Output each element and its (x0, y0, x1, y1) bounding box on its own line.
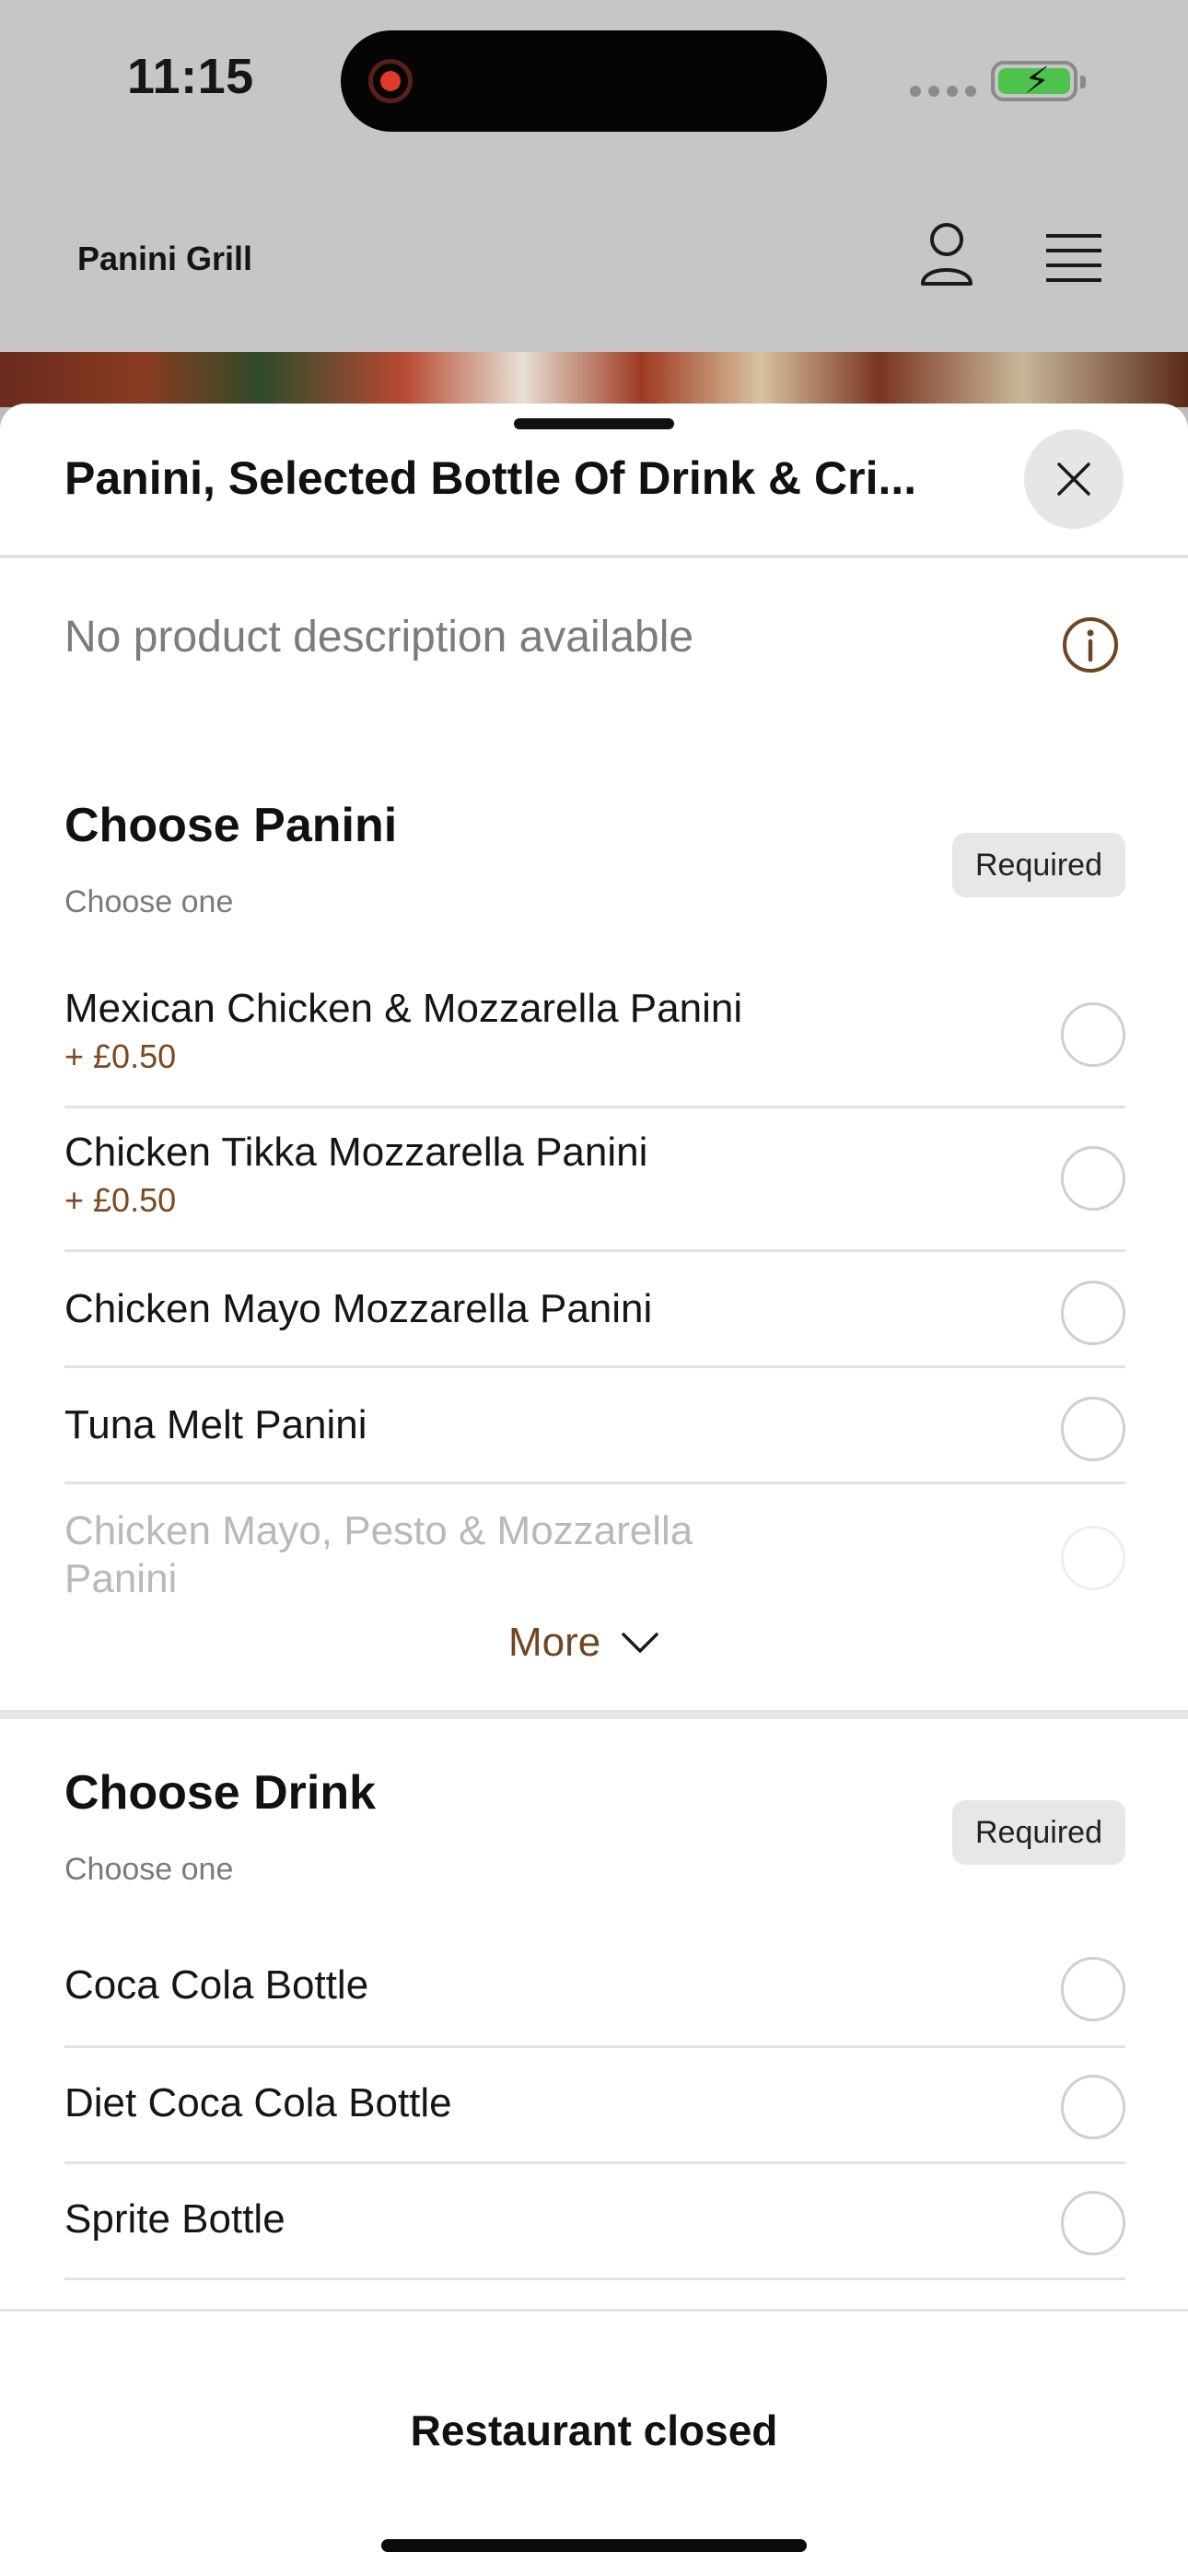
option-chicken-mayo-pesto-panini[interactable]: Chicken Mayo, Pesto & Mozzarella Panini (64, 1507, 1125, 1618)
section-title-drink: Choose Drink (64, 1766, 377, 1820)
radio-button[interactable] (1061, 1002, 1125, 1067)
required-badge: Required (952, 1800, 1125, 1865)
status-bar: 11:15 ⚡ (0, 0, 1188, 166)
radio-button[interactable] (1061, 1146, 1125, 1211)
divider (64, 1481, 1125, 1484)
option-label: Chicken Mayo Mozzarella Panini (64, 1286, 653, 1331)
section-separator (0, 1710, 1188, 1719)
divider (64, 1106, 1125, 1108)
radio-button[interactable] (1061, 1957, 1125, 2021)
hero-image (0, 352, 1188, 407)
sheet-footer: Restaurant closed (0, 2309, 1188, 2576)
divider (64, 2277, 1125, 2280)
divider (64, 1249, 1125, 1252)
option-label: Sprite Bottle (64, 2196, 285, 2242)
user-icon[interactable] (917, 221, 976, 287)
sheet-grabber[interactable] (514, 418, 674, 429)
more-label: More (508, 1620, 601, 1665)
divider (64, 2161, 1125, 2164)
chevron-down-icon (622, 1633, 658, 1653)
divider (64, 1365, 1125, 1368)
more-button[interactable]: More (508, 1620, 659, 1666)
info-icon[interactable] (1061, 615, 1120, 674)
option-sprite-bottle[interactable]: Sprite Bottle (64, 2191, 1125, 2279)
option-diet-coca-cola-bottle[interactable]: Diet Coca Cola Bottle (64, 2075, 1125, 2163)
radio-button[interactable] (1061, 2075, 1125, 2139)
radio-button[interactable] (1061, 1281, 1125, 1345)
option-price: + £0.50 (64, 1181, 177, 1219)
close-button[interactable] (1024, 429, 1124, 529)
option-label: Chicken Tikka Mozzarella Panini (64, 1130, 648, 1175)
home-indicator[interactable] (381, 2539, 807, 2552)
dynamic-island (341, 30, 827, 132)
app-header: Panini Grill (0, 166, 1188, 350)
option-mexican-chicken-panini[interactable]: Mexican Chicken & Mozzarella Panini + £0… (64, 986, 1125, 1106)
option-tuna-melt-panini[interactable]: Tuna Melt Panini (64, 1397, 1125, 1485)
brand-name[interactable]: Panini Grill (77, 240, 252, 278)
close-icon (1057, 463, 1090, 496)
radio-button[interactable] (1061, 1397, 1125, 1461)
divider (64, 2045, 1125, 2048)
option-coca-cola-bottle[interactable]: Coca Cola Bottle (64, 1957, 1125, 2045)
radio-button[interactable] (1061, 2191, 1125, 2255)
section-subtitle-drink: Choose one (64, 1852, 234, 1887)
signal-icon (910, 86, 976, 97)
option-label: Mexican Chicken & Mozzarella Panini (64, 986, 743, 1031)
option-price: + £0.50 (64, 1037, 177, 1075)
option-label: Diet Coca Cola Bottle (64, 2080, 452, 2125)
option-label: Coca Cola Bottle (64, 1962, 369, 2008)
battery-icon: ⚡ (991, 61, 1086, 101)
record-icon (368, 59, 413, 103)
option-label: Tuna Melt Panini (64, 1402, 367, 1447)
status-time: 11:15 (127, 49, 254, 104)
product-description: No product description available (64, 613, 694, 662)
option-label: Chicken Mayo, Pesto & Mozzarella Panini (64, 1508, 693, 1601)
section-subtitle-panini: Choose one (64, 884, 234, 919)
restaurant-status: Restaurant closed (410, 2406, 778, 2454)
background-page: 11:15 ⚡ Panini Grill (0, 0, 1188, 407)
radio-button[interactable] (1061, 1526, 1125, 1590)
divider (0, 555, 1188, 558)
section-title-panini: Choose Panini (64, 799, 398, 852)
required-badge: Required (952, 833, 1125, 897)
product-sheet: Panini, Selected Bottle Of Drink & Cri..… (0, 404, 1188, 2576)
product-title: Panini, Selected Bottle Of Drink & Cri..… (64, 452, 917, 504)
option-chicken-mayo-panini[interactable]: Chicken Mayo Mozzarella Panini (64, 1281, 1125, 1369)
option-chicken-tikka-panini[interactable]: Chicken Tikka Mozzarella Panini + £0.50 (64, 1130, 1125, 1249)
menu-icon[interactable] (1044, 232, 1103, 284)
